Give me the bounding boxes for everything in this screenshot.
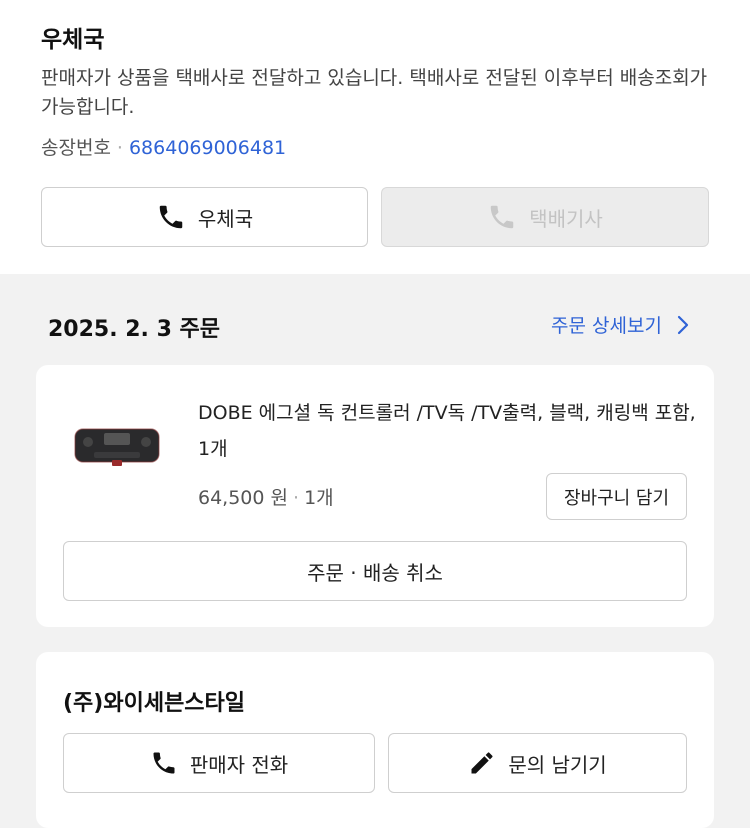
phone-icon (150, 749, 178, 777)
product-quantity: 1개 (304, 487, 334, 509)
seller-name: (주)와이세븐스타일 (63, 691, 246, 716)
call-seller-label: 판매자 전화 (189, 752, 289, 777)
leave-inquiry-button[interactable]: 문의 남기기 (388, 733, 687, 793)
chevron-right-icon (676, 314, 690, 336)
call-courier-button: 택배기사 (381, 187, 709, 247)
pencil-icon (468, 749, 496, 777)
leave-inquiry-label: 문의 남기기 (508, 752, 607, 777)
call-carrier-button[interactable]: 우체국 (41, 187, 368, 247)
phone-icon (487, 202, 517, 232)
price-separator: · (293, 487, 300, 509)
product-price: 64,500 원 (198, 487, 289, 509)
product-price-row: 64,500 원 · 1개 (198, 483, 334, 510)
tracking-separator: · (116, 137, 123, 159)
delivery-status-message: 판매자가 상품을 택배사로 전달하고 있습니다. 택배사로 전달된 이후부터 배… (41, 67, 708, 118)
call-carrier-label: 우체국 (197, 206, 254, 231)
order-detail-label: 주문 상세보기 (551, 315, 662, 337)
product-name[interactable]: DOBE 에그셜 독 컨트롤러 /TV독 /TV출력, 블랙, 캐링백 포함, … (198, 395, 698, 467)
tracking-row: 송장번호 · 6864069006481 (41, 133, 286, 160)
order-detail-link[interactable]: 주문 상세보기 (551, 311, 690, 338)
cancel-order-button[interactable]: 주문 · 배송 취소 (63, 541, 687, 601)
call-courier-label: 택배기사 (529, 206, 603, 231)
call-seller-button[interactable]: 판매자 전화 (63, 733, 375, 793)
tracking-label: 송장번호 (41, 137, 111, 159)
phone-icon (156, 202, 186, 232)
product-thumbnail[interactable] (74, 424, 160, 469)
order-date-title: 2025. 2. 3 주문 (48, 317, 221, 342)
carrier-title: 우체국 (41, 27, 105, 53)
add-to-cart-button[interactable]: 장바구니 담기 (546, 473, 687, 520)
tracking-number[interactable]: 6864069006481 (129, 137, 286, 159)
